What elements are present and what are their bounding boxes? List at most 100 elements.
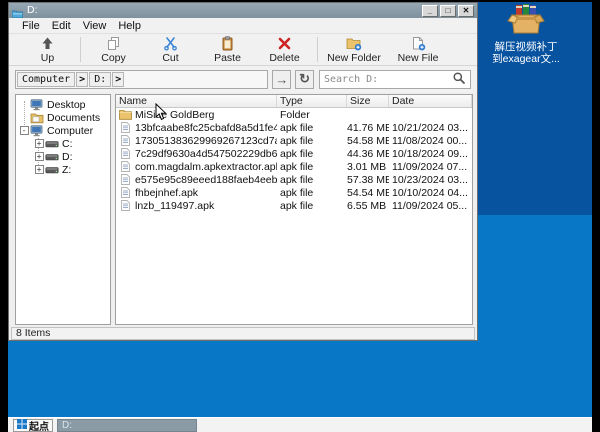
apk-file-icon <box>119 187 133 198</box>
file-size: 57.38 MB <box>347 174 389 186</box>
file-type: apk file <box>277 187 347 199</box>
start-button[interactable]: 起点 <box>13 419 53 432</box>
folder-tree-panel[interactable]: Desktop Documents <box>15 94 111 325</box>
apk-file-icon <box>119 161 133 172</box>
tree-item-label: C: <box>62 138 73 150</box>
maximize-button[interactable]: □ <box>440 5 456 17</box>
window-icon <box>12 6 23 16</box>
taskbar-task-d-drive[interactable]: D: <box>57 419 197 432</box>
expander-slot: + <box>33 165 45 174</box>
folder-icon <box>119 109 133 120</box>
file-type: apk file <box>277 200 347 212</box>
shortcut-label-line1: 解压视频补丁 <box>471 41 581 53</box>
emulator-viewport: 解压视频补丁 到exagear文... D: _ □ ✕ <box>8 2 592 432</box>
chevron-right-icon[interactable]: > <box>112 72 124 87</box>
column-header-size[interactable]: Size <box>347 95 389 107</box>
drive-icon <box>45 151 60 162</box>
menu-help[interactable]: Help <box>112 18 147 34</box>
mouse-cursor <box>155 103 167 121</box>
close-button[interactable]: ✕ <box>458 5 474 17</box>
toolbar-label: Delete <box>269 52 299 64</box>
collapse-icon[interactable]: - <box>20 126 29 135</box>
menu-bar: File Edit View Help <box>9 18 477 34</box>
go-button[interactable]: → <box>272 70 291 89</box>
apk-file-icon <box>119 200 133 211</box>
tree-item-drive-z[interactable]: + Z: <box>16 163 110 176</box>
minimize-button[interactable]: _ <box>422 5 438 17</box>
expander-slot: + <box>33 152 45 161</box>
file-date: 11/09/2024 05... <box>389 200 472 212</box>
titlebar[interactable]: D: _ □ ✕ <box>9 3 477 18</box>
toolbar-button-new-folder[interactable]: New Folder <box>322 34 386 65</box>
file-row[interactable]: fhbejnhef.apk apk file 54.54 MB 10/10/20… <box>116 186 472 199</box>
toolbar: Up Copy <box>9 34 477 66</box>
toolbar-button-paste[interactable]: Paste <box>199 34 256 65</box>
expander-slot: + <box>33 139 45 148</box>
toolbar-label: New File <box>398 52 439 64</box>
refresh-button[interactable]: ↻ <box>295 70 314 89</box>
file-name: lnzb_119497.apk <box>135 200 214 212</box>
file-date: 10/21/2024 03... <box>389 122 472 134</box>
main-area: Desktop Documents <box>9 92 477 327</box>
toolbar-button-cut[interactable]: Cut <box>142 34 199 65</box>
menu-file[interactable]: File <box>16 18 46 34</box>
toolbar-button-copy[interactable]: Copy <box>85 34 142 65</box>
documents-icon <box>30 112 45 123</box>
status-bar: 8 Items <box>11 327 475 340</box>
chevron-right-icon[interactable]: > <box>76 72 88 87</box>
menu-edit[interactable]: Edit <box>46 18 77 34</box>
tree-item-desktop[interactable]: Desktop <box>16 98 110 111</box>
tree-item-label: D: <box>62 151 73 163</box>
breadcrumb-computer[interactable]: Computer <box>17 72 75 87</box>
file-list-panel[interactable]: Name Type Size Date MiSide GoldBerg Fold… <box>115 94 473 325</box>
expand-icon[interactable]: + <box>35 139 44 148</box>
window-title: D: <box>27 3 420 18</box>
go-arrow-icon: → <box>275 72 288 87</box>
file-name: MiSide GoldBerg <box>135 109 214 121</box>
desktop-background[interactable]: 解压视频补丁 到exagear文... D: _ □ ✕ <box>8 2 592 417</box>
column-header-date[interactable]: Date <box>389 95 472 107</box>
column-header-type[interactable]: Type <box>277 95 347 107</box>
expand-icon[interactable]: + <box>35 152 44 161</box>
file-row[interactable]: com.magdalm.apkextractor.apk apk file 3.… <box>116 160 472 173</box>
file-name: e575e95c89eeed188faeb4eeb... <box>135 174 277 186</box>
toolbar-separator <box>317 37 318 62</box>
tree-item-label: Documents <box>47 112 100 124</box>
file-row[interactable]: 7c29df9630a4d547502229db66... apk file 4… <box>116 147 472 160</box>
desktop-shortcut-winrar[interactable]: 解压视频补丁 到exagear文... <box>471 4 581 65</box>
menu-view[interactable]: View <box>77 18 113 34</box>
toolbar-button-new-file[interactable]: New File <box>386 34 450 65</box>
toolbar-button-delete[interactable]: Delete <box>256 34 313 65</box>
column-header-name[interactable]: Name <box>116 95 277 107</box>
search-input[interactable] <box>320 72 452 87</box>
tree-item-drive-d[interactable]: + D: <box>16 150 110 163</box>
tree-item-documents[interactable]: Documents <box>16 111 110 124</box>
file-name: fhbejnhef.apk <box>135 187 198 199</box>
file-date: 10/10/2024 04... <box>389 187 472 199</box>
file-type: apk file <box>277 122 347 134</box>
file-row[interactable]: 173051383629969267123cd7a.a... apk file … <box>116 134 472 147</box>
toolbar-button-up[interactable]: Up <box>19 34 76 65</box>
start-button-label: 起点 <box>29 418 49 432</box>
file-size: 44.36 MB <box>347 148 389 160</box>
file-name: 173051383629969267123cd7a.a... <box>135 135 277 147</box>
file-type: Folder <box>277 109 347 121</box>
toolbar-label: New Folder <box>327 52 381 64</box>
new-file-icon <box>410 35 426 51</box>
drive-icon <box>45 138 60 149</box>
search-icon[interactable] <box>452 71 468 87</box>
expand-icon[interactable]: + <box>35 165 44 174</box>
file-row[interactable]: e575e95c89eeed188faeb4eeb... apk file 57… <box>116 173 472 186</box>
tree-item-drive-c[interactable]: + C: <box>16 137 110 150</box>
refresh-icon: ↻ <box>299 71 310 87</box>
toolbar-separator <box>80 37 81 62</box>
tree-item-computer[interactable]: - Computer <box>16 124 110 137</box>
file-row[interactable]: lnzb_119497.apk apk file 6.55 MB 11/09/2… <box>116 199 472 212</box>
delete-icon <box>277 35 292 51</box>
file-row[interactable]: 13bfcaabe8fc25cbafd8a5d1fe4... apk file … <box>116 121 472 134</box>
file-type: apk file <box>277 148 347 160</box>
file-row-folder[interactable]: MiSide GoldBerg Folder <box>116 108 472 121</box>
cut-icon <box>163 35 178 51</box>
breadcrumb-d-drive[interactable]: D: <box>89 72 111 87</box>
tree-item-label: Z: <box>62 164 71 176</box>
